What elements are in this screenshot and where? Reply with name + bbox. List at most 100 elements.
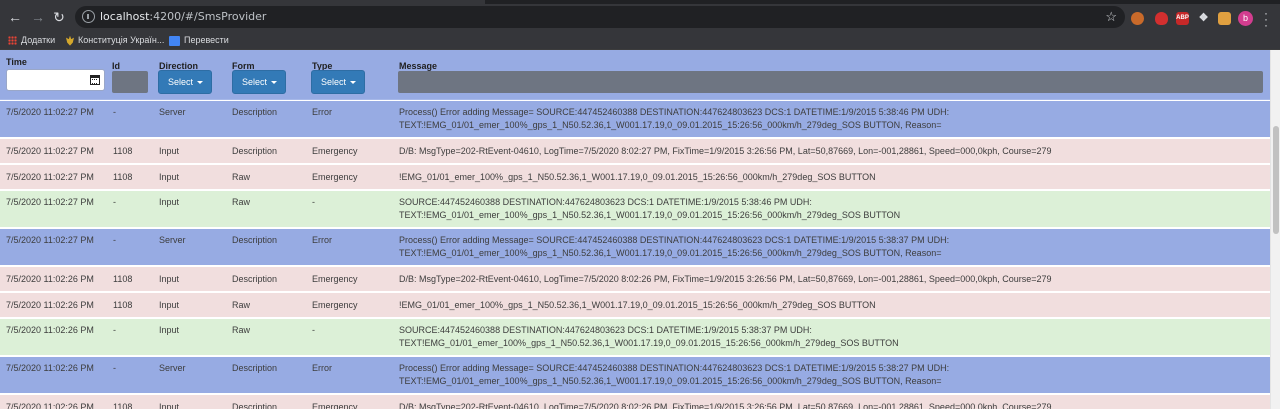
cell-form: Raw — [232, 197, 251, 207]
cell-form: Description — [232, 107, 278, 117]
cell-time: 7/5/2020 11:02:27 PM — [6, 235, 94, 245]
cell-time: 7/5/2020 11:02:26 PM — [6, 300, 94, 310]
table-row[interactable]: 7/5/2020 11:02:27 PM - Input Raw - SOURCE:447… — [0, 191, 1270, 228]
cell-message: !EMG_01/01_emer_100%_gps_1_N50.52.36,1_W… — [399, 172, 876, 182]
cell-type: - — [312, 325, 315, 335]
cell-type: Error — [312, 107, 332, 117]
cell-direction: Input — [159, 300, 180, 310]
cell-id: - — [113, 363, 116, 373]
table-header: Time Id Direction Select Form Select Typ… — [0, 50, 1270, 100]
type-select-label: Select — [321, 77, 347, 87]
caret-down-icon — [271, 81, 277, 84]
cell-type: Error — [312, 235, 332, 245]
table-row[interactable]: 7/5/2020 11:02:27 PM - Server Description Er… — [0, 101, 1270, 138]
adblock-plus-icon[interactable]: ABP — [1176, 12, 1189, 25]
cell-form: Description — [232, 235, 278, 245]
table-row[interactable]: 7/5/2020 11:02:27 PM - Server Description Er… — [0, 229, 1270, 266]
table-row[interactable]: 7/5/2020 11:02:26 PM 1108 Input Description… — [0, 267, 1270, 292]
cell-direction: Input — [159, 146, 180, 156]
back-arrow-icon[interactable]: ← — [6, 8, 24, 26]
browser-toolbar: ← → ↻ localhost:4200/#/SmsProvider ☆ ABP… — [0, 4, 1280, 31]
time-date-input[interactable] — [6, 69, 105, 91]
forward-arrow-icon[interactable]: → — [29, 8, 47, 26]
cell-id: - — [113, 107, 116, 117]
bookmark-translate[interactable]: Перевести — [169, 33, 229, 47]
cell-form: Description — [232, 146, 278, 156]
cell-id: 1108 — [113, 172, 133, 182]
address-url[interactable]: localhost:4200/#/SmsProvider — [100, 10, 266, 23]
site-info-icon[interactable] — [82, 10, 95, 23]
type-select-button[interactable]: Select — [311, 70, 365, 94]
caret-down-icon — [350, 81, 356, 84]
cell-direction: Input — [159, 274, 180, 284]
browser-menu-icon[interactable]: · · · — [1263, 7, 1269, 31]
calendar-icon[interactable] — [90, 75, 100, 85]
cell-message: Process() Error adding Message= SOURCE:4… — [399, 235, 950, 258]
reload-icon[interactable]: ↻ — [50, 8, 68, 26]
cell-form: Description — [232, 274, 278, 284]
table-row[interactable]: 7/5/2020 11:02:27 PM 1108 Input Description… — [0, 139, 1270, 164]
table-row[interactable]: 7/5/2020 11:02:26 PM - Input Raw - SOURCE:447… — [0, 319, 1270, 356]
table-row[interactable]: 7/5/2020 11:02:26 PM - Server Description Er… — [0, 357, 1270, 394]
id-filter-input[interactable] — [112, 71, 148, 93]
cell-direction: Server — [159, 235, 186, 245]
puzzle-extensions-icon[interactable]: ❖ — [1197, 12, 1210, 25]
cell-type: Emergency — [312, 274, 358, 284]
url-path: :4200/#/SmsProvider — [149, 10, 267, 23]
form-select-button[interactable]: Select — [232, 70, 286, 94]
header-message: Message — [399, 61, 438, 71]
table-row[interactable]: 7/5/2020 11:02:26 PM 1108 Input Raw Emergenc… — [0, 293, 1270, 318]
cell-id: - — [113, 197, 116, 207]
bookmarks-bar: Додатки Конституція Україн... Перевести — [0, 30, 1280, 50]
caret-down-icon — [197, 81, 203, 84]
cell-message: !EMG_01/01_emer_100%_gps_1_N50.52.36,1_W… — [399, 300, 876, 310]
cell-time: 7/5/2020 11:02:27 PM — [6, 107, 94, 117]
header-time: Time — [6, 57, 27, 67]
bookmark-star-icon[interactable]: ☆ — [1105, 9, 1117, 25]
bookmark-label: Конституція Україн... — [78, 35, 165, 45]
cell-direction: Input — [159, 197, 180, 207]
direction-select-label: Select — [168, 77, 194, 87]
cookie-extension-icon[interactable] — [1131, 12, 1144, 25]
bookmark-apps[interactable]: Додатки — [8, 33, 55, 47]
translate-icon — [169, 35, 180, 46]
cell-id: - — [113, 325, 116, 335]
image-extension-icon[interactable] — [1218, 12, 1231, 25]
cell-direction: Server — [159, 107, 186, 117]
form-select-label: Select — [242, 77, 268, 87]
cell-direction: Input — [159, 172, 180, 182]
cell-time: 7/5/2020 11:02:26 PM — [6, 325, 94, 335]
cell-type: Emergency — [312, 300, 358, 310]
bookmark-constitution[interactable]: Конституція Україн... — [66, 33, 164, 47]
header-id: Id — [112, 61, 120, 71]
table-row[interactable]: 7/5/2020 11:02:27 PM 1108 Input Raw Emergenc… — [0, 165, 1270, 190]
cell-type: Emergency — [312, 172, 358, 182]
table-row[interactable]: 7/5/2020 11:02:26 PM 1108 Input Description… — [0, 395, 1270, 409]
bookmark-label: Перевести — [184, 35, 229, 45]
cell-time: 7/5/2020 11:02:26 PM — [6, 363, 94, 373]
cell-time: 7/5/2020 11:02:27 PM — [6, 146, 94, 156]
cell-message: D/B: MsgType=202-RtEvent-04610, LogTime=… — [399, 274, 1052, 284]
cell-id: - — [113, 235, 116, 245]
cell-form: Raw — [232, 172, 251, 182]
extension-red-icon[interactable] — [1155, 12, 1168, 25]
direction-select-button[interactable]: Select — [158, 70, 212, 94]
address-bar[interactable]: localhost:4200/#/SmsProvider ☆ — [75, 6, 1125, 28]
cell-form: Raw — [232, 325, 251, 335]
cell-time: 7/5/2020 11:02:26 PM — [6, 274, 94, 284]
cell-time: 7/5/2020 11:02:27 PM — [6, 172, 94, 182]
cell-message: SOURCE:447452460388 DESTINATION:44762480… — [399, 325, 899, 348]
message-filter-input[interactable] — [398, 71, 1263, 93]
cell-id: 1108 — [113, 274, 133, 284]
cell-direction: Input — [159, 325, 180, 335]
bookmark-label: Додатки — [21, 35, 56, 45]
cell-message: D/B: MsgType=202-RtEvent-04610, LogTime=… — [399, 402, 1052, 409]
profile-avatar[interactable]: b — [1238, 11, 1253, 26]
scrollbar-thumb[interactable] — [1273, 126, 1279, 234]
page-scrollbar[interactable] — [1270, 50, 1280, 409]
apps-grid-icon — [8, 36, 17, 46]
cell-time: 7/5/2020 11:02:27 PM — [6, 197, 94, 207]
cell-message: Process() Error adding Message= SOURCE:4… — [399, 107, 950, 130]
sms-provider-log: Time Id Direction Select Form Select Typ… — [0, 50, 1270, 409]
cell-form: Description — [232, 363, 278, 373]
